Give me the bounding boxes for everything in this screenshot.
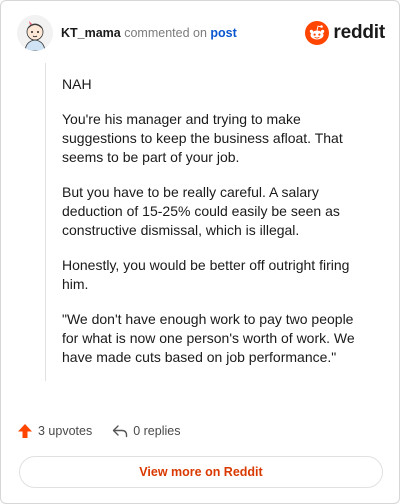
comment-paragraph: But you have to be really careful. A sal…	[62, 184, 340, 238]
comment-meta: KT_mama commented on post	[61, 26, 237, 40]
post-link[interactable]: post	[210, 26, 236, 40]
comment-paragraph: NAH	[62, 76, 92, 92]
comment-paragraph: You're his manager and trying to make su…	[62, 111, 343, 165]
upvote-button[interactable]: 3 upvotes	[17, 423, 92, 439]
comment-paragraph: "We don't have enough work to pay two pe…	[62, 311, 355, 365]
comment-embed-card: KT_mama commented on post reddit NAH You…	[0, 0, 400, 504]
reply-button[interactable]: 0 replies	[112, 423, 180, 439]
reddit-brand[interactable]: reddit	[305, 20, 385, 46]
comment-header: KT_mama commented on post reddit	[17, 15, 385, 51]
comment-body: NAH You're his manager and trying to mak…	[45, 63, 367, 381]
commented-on-text: commented on	[124, 26, 207, 40]
upvote-arrow-icon	[18, 424, 32, 438]
reply-arrow-icon	[113, 425, 128, 438]
avatar-illustration-icon	[17, 15, 53, 51]
comment-actions: 3 upvotes 0 replies	[17, 421, 200, 441]
avatar[interactable]	[17, 15, 53, 51]
comment-paragraph: Honestly, you would be better off outrig…	[62, 257, 350, 292]
username[interactable]: KT_mama	[61, 26, 121, 40]
reply-count: 0 replies	[133, 424, 181, 438]
view-more-button[interactable]: View more on Reddit	[19, 456, 383, 488]
upvote-count: 3 upvotes	[38, 424, 93, 438]
reddit-logo-icon	[305, 21, 330, 45]
reddit-wordmark: reddit	[333, 22, 385, 43]
